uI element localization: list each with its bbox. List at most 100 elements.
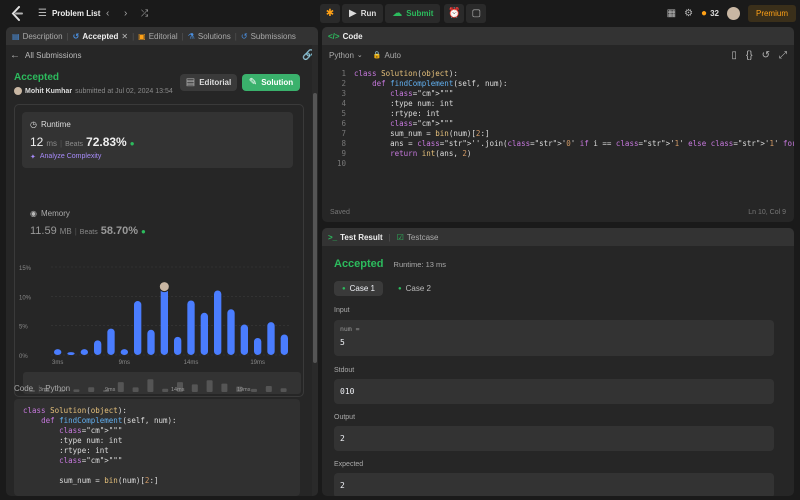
- output-field[interactable]: 2: [334, 426, 774, 451]
- code-editor[interactable]: 1 2 3 4 5 6 7 8 9 10 class Solution(object): def …: [322, 69, 794, 204]
- code-line: def findComplement(self, num):: [41, 416, 177, 425]
- bar: [67, 352, 75, 355]
- overview-bar: [191, 384, 198, 392]
- clock-icon: ◷: [30, 120, 37, 129]
- case-2-tab[interactable]: ● Case 2: [392, 281, 437, 296]
- prev-problem-icon[interactable]: ‹: [106, 8, 109, 19]
- bar: [254, 337, 262, 355]
- bar: [267, 322, 275, 355]
- divider: |: [60, 139, 63, 148]
- overview-tick-label: 14ms: [171, 387, 185, 393]
- input-field[interactable]: num = 5: [334, 320, 774, 356]
- note-icon: ▢: [471, 8, 482, 19]
- pass-dot-icon: ●: [398, 285, 402, 292]
- stdout-field[interactable]: 010: [334, 379, 774, 404]
- bar: [227, 309, 235, 355]
- memory-label: Memory: [40, 209, 70, 218]
- code-line: class="cm">""": [390, 89, 454, 98]
- bar: [54, 349, 62, 355]
- memory-header[interactable]: ◉ Memory: [30, 209, 70, 218]
- next-problem-icon[interactable]: ›: [124, 8, 127, 19]
- bar: [200, 312, 208, 355]
- overview-bar: [147, 379, 154, 392]
- overview-bar: [88, 387, 95, 392]
- user-avatar[interactable]: [14, 87, 22, 95]
- tab-accepted[interactable]: ↺ Accepted ✕: [73, 32, 128, 41]
- overview-bar: [265, 386, 272, 392]
- editor-actions: ▯ {} ↺ ⤢: [731, 50, 787, 61]
- avatar[interactable]: [726, 7, 740, 20]
- y-tick-label: 0%: [19, 354, 28, 360]
- runtime-card[interactable]: ◷ Runtime 12 ms | Beats 72.83% ● ✦ Analy…: [22, 112, 293, 168]
- leetcode-logo-icon[interactable]: [10, 6, 24, 21]
- code-section-header: Code | Python: [14, 384, 70, 393]
- tab-description[interactable]: ▤ Description: [12, 32, 63, 41]
- overview-bar: [206, 380, 213, 392]
- submit-button[interactable]: ☁ Submit: [385, 4, 441, 23]
- line-number: 2: [341, 79, 346, 88]
- braces-icon[interactable]: {}: [746, 50, 753, 61]
- auto-mode-toggle[interactable]: 🔒 Auto: [373, 51, 401, 60]
- language-select[interactable]: Python ⌄: [329, 51, 363, 60]
- history-icon: ↺: [72, 31, 80, 41]
- divider: |: [74, 227, 77, 236]
- beats-label: Beats: [65, 141, 84, 148]
- bookmark-icon[interactable]: ▯: [731, 50, 737, 61]
- runtime-header: ◷ Runtime: [30, 120, 71, 129]
- reset-icon[interactable]: ↺: [762, 50, 770, 61]
- tab-divider: |: [388, 232, 391, 242]
- testcase-label: Testcase: [406, 232, 439, 242]
- history-icon: ↺: [240, 31, 248, 41]
- expand-icon[interactable]: ⤢: [779, 50, 787, 61]
- tab-submissions[interactable]: ↺ Submissions: [241, 32, 296, 41]
- settings-gear-icon[interactable]: ⚙: [684, 8, 693, 19]
- debug-button[interactable]: ✱: [320, 4, 340, 23]
- tab-label: Description: [22, 31, 63, 41]
- code-line: class="cm">""": [390, 119, 454, 128]
- result-runtime: Runtime: 13 ms: [393, 260, 447, 269]
- overview-bar: [117, 382, 124, 392]
- tab-solutions[interactable]: ⚗ Solutions: [188, 32, 231, 41]
- left-scrollbar[interactable]: [312, 45, 318, 496]
- bar: [160, 284, 168, 355]
- bar: [94, 340, 102, 355]
- code-line: return int(ans, 2): [390, 149, 472, 158]
- layout-grid-icon[interactable]: ▦: [667, 8, 676, 19]
- language-label: Python: [329, 50, 354, 60]
- problem-list-button[interactable]: ☰ Problem List: [38, 8, 100, 19]
- submitted-time: submitted at Jul 02, 2024 13:54: [75, 87, 173, 95]
- top-right-actions: ▦ ⚙ ● 32 Premium: [667, 4, 796, 23]
- line-number: 10: [336, 159, 346, 168]
- tab-test-result[interactable]: >_ Test Result: [328, 233, 383, 242]
- solution-button[interactable]: ✎ Solution: [242, 74, 300, 91]
- overview-bar: [251, 388, 257, 392]
- close-icon[interactable]: ✕: [121, 32, 128, 41]
- runtime-distribution-chart[interactable]: 15%10%5%0%3ms 9ms 14ms 19ms3ms 9ms 14ms 19ms: [15, 255, 305, 400]
- overview-bar: [221, 383, 228, 392]
- all-submissions-link[interactable]: ← All Submissions: [10, 50, 81, 61]
- notes-button[interactable]: ▢: [466, 4, 487, 23]
- submitted-code-block[interactable]: class Solution(object): def findCompleme…: [14, 399, 300, 496]
- edit-icon: ✎: [248, 77, 258, 88]
- editorial-button[interactable]: ▤ Editorial: [180, 74, 237, 91]
- code-panel-header: </> Code: [322, 27, 794, 45]
- shuffle-icon[interactable]: ⤮: [141, 8, 148, 19]
- line-number: 3: [341, 89, 346, 98]
- username[interactable]: Mohit Kumhar: [25, 88, 72, 95]
- run-button[interactable]: ▶ Run: [342, 4, 384, 23]
- expected-field[interactable]: 2: [334, 473, 774, 496]
- top-bar: ☰ Problem List ‹ › ⤮ ✱ ▶ Run ☁ Submit ⏰ ▢ …: [0, 0, 800, 27]
- tab-editorial[interactable]: ▣ Editorial: [138, 32, 177, 41]
- analyze-complexity-link[interactable]: ✦ Analyze Complexity: [30, 153, 101, 161]
- timer-button[interactable]: ⏰: [444, 4, 465, 23]
- scrollbar-thumb[interactable]: [313, 93, 317, 363]
- input-variable: num =: [340, 325, 360, 333]
- tab-code[interactable]: </> Code: [328, 32, 363, 41]
- submitter-info: Mohit Kumhar submitted at Jul 02, 2024 1…: [14, 87, 173, 95]
- case-1-tab[interactable]: ● Case 1: [334, 281, 383, 296]
- streak-counter[interactable]: ● 32: [701, 8, 719, 19]
- tab-testcase[interactable]: ☑ Testcase: [397, 233, 439, 242]
- premium-button[interactable]: Premium: [747, 5, 796, 22]
- tab-divider: |: [132, 31, 135, 41]
- save-status: Saved: [330, 209, 350, 216]
